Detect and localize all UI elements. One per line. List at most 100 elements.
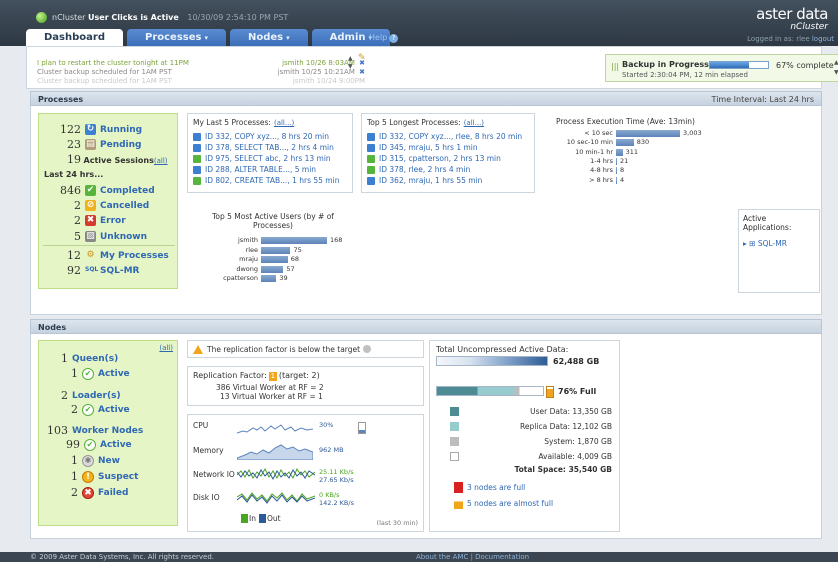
process-item-label: ID 315, cpatterson, 2 hrs 13 min — [379, 154, 501, 163]
available-swatch — [450, 452, 459, 461]
bar[interactable] — [616, 167, 617, 175]
logout-link[interactable]: logout — [812, 35, 834, 43]
bar[interactable] — [616, 157, 617, 165]
bar[interactable] — [261, 237, 327, 244]
suspect-icon: ! — [82, 470, 94, 483]
loader-active[interactable]: 2 ✔ Active — [71, 403, 130, 416]
completed-process-icon — [193, 154, 201, 163]
sql-mr-icon: ⊞ — [749, 239, 756, 248]
bar[interactable] — [261, 275, 277, 282]
time-interval[interactable]: Time Interval: Last 24 hrs — [712, 95, 814, 104]
process-item[interactable]: ID 315, cpatterson, 2 hrs 13 min — [367, 153, 529, 164]
my-processes-stat[interactable]: 12 ⚙ My Processes — [43, 249, 169, 262]
process-item-label: ID 378, SELECT TAB..., 2 hrs 4 min — [205, 143, 334, 152]
close-icon[interactable]: ✖ — [359, 68, 365, 76]
bar[interactable] — [616, 176, 617, 184]
process-item[interactable]: ID 345, mraju, 5 hrs 1 min — [367, 142, 529, 153]
backup-icon: ||| — [611, 62, 620, 71]
loader-stat[interactable]: 2 Loader(s) — [61, 389, 121, 402]
process-item-label: ID 332, COPY xyz..., rlee, 8 hrs 20 min — [379, 132, 523, 141]
bar-value-label: 39 — [279, 274, 288, 282]
error-stat[interactable]: 2 ✖ Error — [43, 214, 126, 227]
process-item[interactable]: ID 288, ALTER TABLE..., 5 min — [193, 164, 347, 175]
bar[interactable] — [261, 246, 291, 254]
bar[interactable] — [616, 139, 634, 147]
error-icon: ✖ — [85, 215, 96, 226]
bar-value-label: 3,003 — [683, 129, 702, 137]
category-label: mraju — [239, 255, 258, 263]
sessions-all-link[interactable]: (all) — [154, 157, 168, 165]
warning-icon — [193, 344, 203, 354]
message-item: Cluster backup scheduled for 1AM PST jsmi… — [37, 77, 365, 85]
unknown-icon: ▨ — [85, 231, 96, 242]
tab-dashboard[interactable]: Dashboard — [26, 29, 123, 46]
help-link[interactable]: Help? — [369, 33, 399, 43]
tab-processes[interactable]: Processes ▾ — [127, 29, 226, 46]
last5-all-link[interactable]: (all...) — [274, 119, 294, 127]
network-sparkline — [237, 467, 315, 481]
bar[interactable] — [261, 256, 288, 263]
backup-scroll[interactable]: ▲ ▼ — [834, 58, 838, 78]
unknown-stat[interactable]: 5 ▨ Unknown — [43, 230, 147, 243]
chart-title: Top 5 Most Active Users (by # of Process… — [212, 212, 334, 230]
process-item-label: ID 345, mraju, 5 hrs 1 min — [379, 143, 478, 152]
disk-almost-full-icon — [454, 498, 463, 509]
disk-full-red-icon — [454, 482, 463, 493]
bar[interactable] — [616, 130, 680, 137]
tab-nodes[interactable]: Nodes ▾ — [230, 29, 308, 46]
running-process-icon — [367, 143, 375, 152]
worker-new[interactable]: 1 ✱ New — [71, 454, 120, 467]
process-summary-panel: 122 ↻ Running 23 ▤ Pending 19 Active Session… — [38, 113, 178, 289]
info-icon[interactable] — [363, 345, 372, 353]
worker-suspect[interactable]: 1! Suspect — [71, 470, 138, 483]
category-label: rlee — [245, 245, 258, 254]
running-stat[interactable]: 122 ↻ Running — [43, 123, 142, 136]
bar-value-label: 830 — [636, 138, 650, 147]
nodes-section-header: Nodes — [30, 319, 822, 334]
worker-active[interactable]: 99 ✔ Active — [66, 438, 132, 451]
bar-value-label: 57 — [286, 264, 295, 273]
pending-stat[interactable]: 23 ▤ Pending — [43, 138, 141, 151]
active-sessions: 19 Active Sessions(all) — [67, 153, 168, 166]
backup-status: ||| Backup in Progress Started 2:30:04 P… — [605, 54, 838, 82]
worker-failed[interactable]: 2 ✖ Failed — [71, 486, 128, 499]
process-item[interactable]: ID 802, CREATE TAB..., 1 hrs 55 min — [193, 175, 347, 186]
process-item[interactable]: ID 378, SELECT TAB..., 2 hrs 4 min — [193, 142, 347, 153]
process-item[interactable]: ID 332, COPY xyz..., 8 hrs 20 min — [193, 131, 347, 142]
sql-mr-icon: SQL — [85, 266, 99, 273]
pending-icon: ▤ — [85, 139, 96, 150]
process-item[interactable]: ID 378, rlee, 2 hrs 4 min — [367, 164, 529, 175]
chart-title: Process Execution Time (Ave: 13min) — [556, 117, 695, 126]
edit-message-icon[interactable]: ✎ — [358, 53, 366, 63]
app-sql-mr[interactable]: ▸ ⊞ SQL-MR — [743, 239, 815, 248]
replication-warning: The replication factor is below the targ… — [187, 340, 424, 358]
nodes-all-link[interactable]: (all) — [159, 344, 173, 352]
cluster-status-text: nCluster User Clicks is Active 10/30/09 … — [52, 13, 289, 22]
process-item[interactable]: ID 975, SELECT abc, 2 hrs 13 min — [193, 153, 347, 164]
worker-stat[interactable]: 103 Worker Nodes — [47, 424, 143, 437]
sqlmr-stat[interactable]: 92 SQL SQL-MR — [43, 264, 140, 277]
running-process-icon — [193, 143, 201, 152]
active-data-bar — [436, 356, 548, 366]
category-label: < 10 sec — [584, 129, 613, 137]
category-label: 10 min-1 hr — [575, 147, 613, 156]
queen-active[interactable]: 1 ✔ Active — [71, 367, 130, 380]
process-item[interactable]: ID 362, mraju, 1 hrs 55 min — [367, 175, 529, 186]
footer-links[interactable]: About the AMC | Documentation — [416, 553, 529, 561]
replication-factor-box: Replication Factor: 1 (target: 2) 386 Virt… — [187, 366, 424, 406]
active-applications: Active Applications: ▸ ⊞ SQL-MR — [738, 209, 820, 293]
nodes-full-alert[interactable]: 3 nodes are full — [454, 482, 525, 493]
category-label: 1-4 hrs — [590, 156, 613, 165]
nodes-almost-full-alert[interactable]: 5 nodes are almost full — [454, 498, 553, 509]
bar[interactable] — [616, 148, 623, 156]
process-item[interactable]: ID 332, COPY xyz..., rlee, 8 hrs 20 min — [367, 131, 529, 142]
queen-stat[interactable]: 1 Queen(s) — [61, 352, 118, 365]
longest5-all-link[interactable]: (all...) — [464, 119, 484, 127]
cancelled-stat[interactable]: 2 ⊘ Cancelled — [43, 199, 149, 212]
divider — [43, 245, 175, 246]
bar[interactable] — [261, 265, 284, 273]
completed-stat[interactable]: 846 ✔ Completed — [43, 184, 155, 197]
message-item: Cluster backup scheduled for 1AM PST jsmi… — [37, 68, 365, 76]
chevron-down-icon: ▾ — [204, 33, 208, 42]
message-scroll[interactable]: ▲ ▼ — [348, 55, 356, 77]
